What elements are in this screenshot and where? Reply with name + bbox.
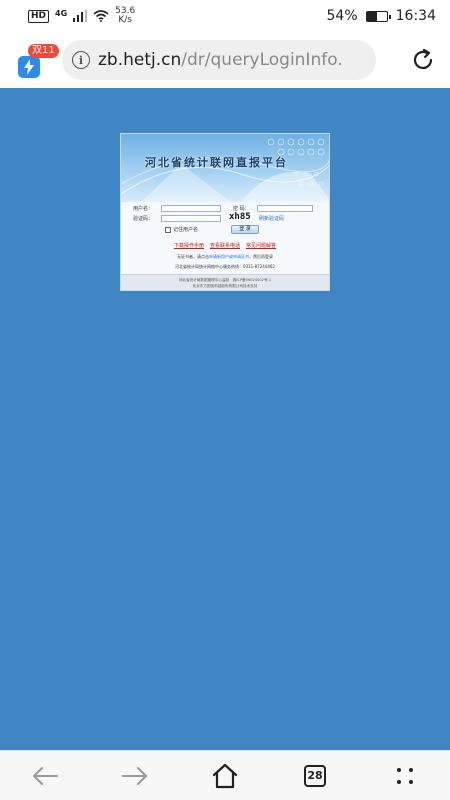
clock: 16:34 <box>395 8 436 24</box>
address-bar: 双11 i zb.hetj.cn/dr/queryLoginInfo. <box>0 32 450 88</box>
login-panel: 河北省统计联网直报平台 用户名： 密 码： 验证码： xh85 刷新验证码 记住… <box>120 133 330 291</box>
reload-button[interactable] <box>406 43 440 77</box>
platform-title: 河北省统计联网直报平台 <box>145 156 288 169</box>
reload-icon <box>413 48 433 69</box>
battery-fill <box>366 11 378 21</box>
signal-icon <box>73 10 88 22</box>
status-bar: HD 4G 53.6 K/s 54% 16:34 <box>0 0 450 32</box>
apply-certificate-link[interactable]: 申请新用户或申请证书 <box>209 254 249 259</box>
password-input[interactable] <box>257 205 313 212</box>
forward-button[interactable] <box>110 754 160 798</box>
password-label: 密 码： <box>233 206 250 212</box>
footer-line-2: 北京东方国信科技股份有限公司技术支持 <box>192 284 258 288</box>
url-host: zb.hetj.cn <box>98 50 182 70</box>
remember-label: 记住用户名 <box>173 227 199 233</box>
link-faq[interactable]: 常见问题解答 <box>246 242 276 249</box>
battery-icon <box>365 10 391 22</box>
url-bar[interactable]: i zb.hetj.cn/dr/queryLoginInfo. <box>62 40 376 80</box>
back-arrow-icon <box>33 766 58 785</box>
link-download-manual[interactable]: 下载操作手册 <box>174 242 204 249</box>
network-speed: 53.6 K/s <box>115 7 135 25</box>
lightning-icon <box>18 56 40 78</box>
menu-button[interactable] <box>380 754 430 798</box>
home-icon <box>212 763 238 788</box>
speed-unit: K/s <box>118 15 132 25</box>
tabs-icon: 28 <box>304 764 326 787</box>
network-type: 4G <box>55 8 68 18</box>
captcha-image[interactable]: xh85 <box>229 212 251 222</box>
login-form: 用户名： 密 码： 验证码： xh85 刷新验证码 记住用户名 登 录 <box>121 202 329 238</box>
url-text[interactable]: zb.hetj.cn/dr/queryLoginInfo. <box>98 50 343 70</box>
captcha-input[interactable] <box>161 215 221 222</box>
username-input[interactable] <box>161 205 221 212</box>
menu-dots-icon <box>397 767 413 784</box>
captcha-label: 验证码： <box>133 216 154 222</box>
info-icon[interactable]: i <box>72 51 90 69</box>
login-button[interactable]: 登 录 <box>231 225 259 234</box>
hotline-text: 河北省统计局统计网络中心服务热线：0311-87244462 <box>175 264 275 269</box>
url-path: /dr/queryLoginInfo. <box>181 50 343 70</box>
hd-badge: HD <box>28 9 50 23</box>
help-links: 下载操作手册 查看联系电话 常见问题解答 <box>121 238 329 252</box>
forward-arrow-icon <box>122 766 147 785</box>
promo-badge: 双11 <box>28 44 59 58</box>
remember-checkbox[interactable] <box>165 226 171 233</box>
notice-prefix: 无证书者，请点击 <box>177 254 209 259</box>
app-shortcut[interactable]: 双11 <box>18 44 59 78</box>
status-left: HD 4G 53.6 K/s <box>28 7 135 25</box>
notice-suffix: ，然后再登录 <box>249 254 273 259</box>
tabs-button[interactable]: 28 <box>290 754 340 798</box>
battery-percent: 54% <box>326 8 358 24</box>
status-right: 54% 16:34 <box>327 8 436 24</box>
banner: 河北省统计联网直报平台 <box>121 134 329 202</box>
certificate-notice: 无证书者，请点击申请新用户或申请证书，然后再登录 <box>121 252 329 262</box>
refresh-captcha-link[interactable]: 刷新验证码 <box>259 215 284 222</box>
home-button[interactable] <box>200 754 250 798</box>
link-contact-phone[interactable]: 查看联系电话 <box>210 242 240 249</box>
bottom-nav: 28 <box>0 750 450 800</box>
panel-footer: 河北省统计局数据管理中心监制 冀ICP备06024502号-1 北京东方国信科技… <box>121 274 329 290</box>
username-label: 用户名： <box>133 206 154 212</box>
back-button[interactable] <box>20 754 70 798</box>
wifi-icon <box>93 10 109 22</box>
remember-username[interactable]: 记住用户名 <box>165 226 198 233</box>
